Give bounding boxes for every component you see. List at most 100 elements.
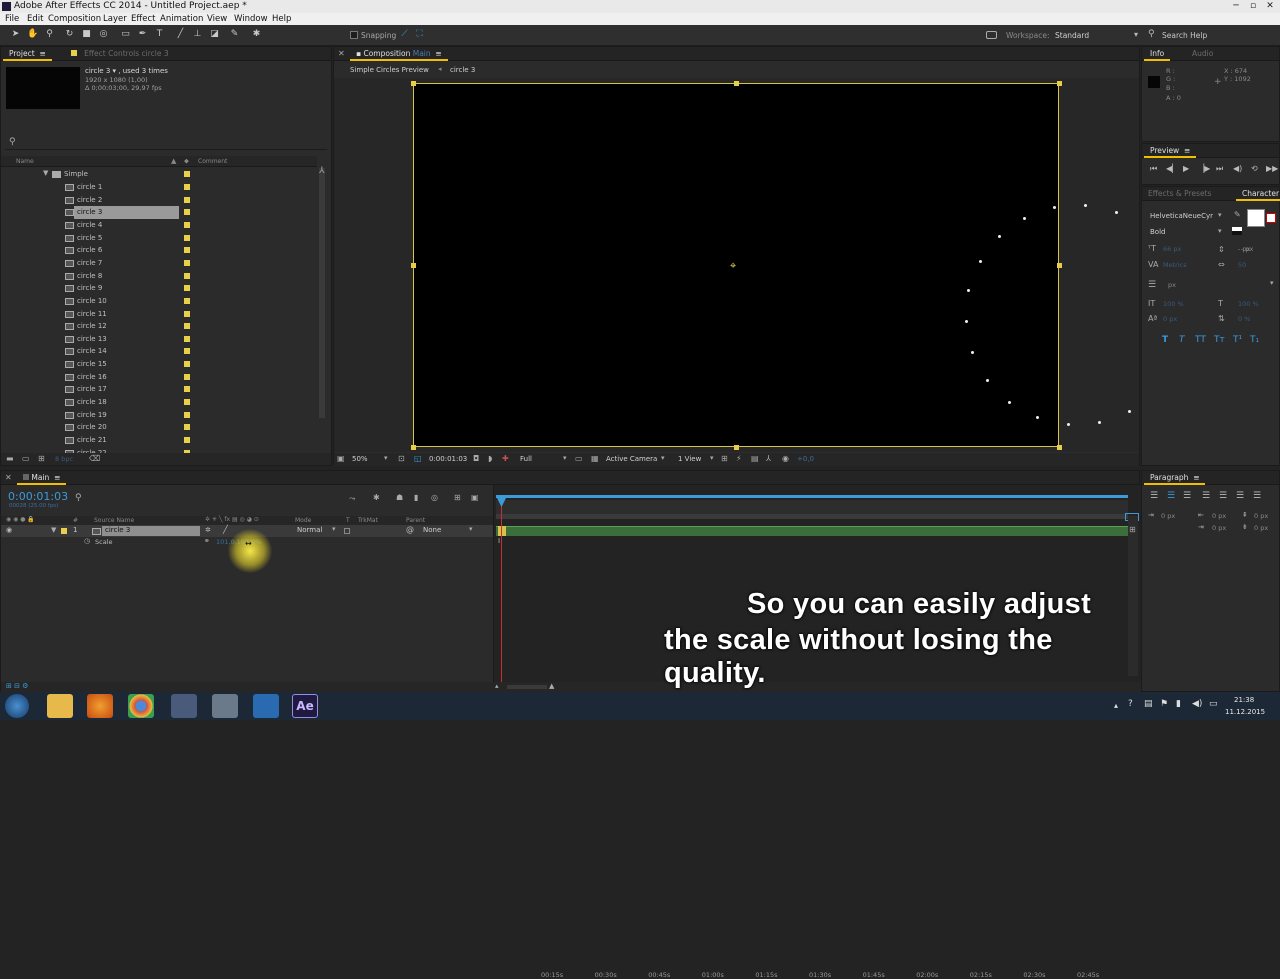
clock-time[interactable]: 21:38 [1234, 696, 1254, 704]
label-swatch[interactable] [184, 411, 190, 418]
blend-mode-select[interactable]: Normal [297, 526, 322, 534]
chevron-down-icon[interactable]: ▾ [563, 454, 567, 462]
current-time-display[interactable]: 0:00:01:03 [429, 455, 467, 463]
sort-up-icon[interactable]: ▲ [171, 157, 176, 165]
align-center-icon[interactable]: ☰ [1167, 491, 1175, 501]
ram-preview-icon[interactable]: ▶▶ [1266, 164, 1278, 173]
horizontal-scale-value[interactable]: 100 % [1238, 300, 1259, 308]
transform-handle[interactable] [411, 263, 416, 268]
align-right-icon[interactable]: ☰ [1183, 491, 1191, 501]
label-swatch[interactable] [184, 247, 190, 254]
layer-duration-bar[interactable] [496, 526, 1128, 536]
transform-handle[interactable] [734, 445, 739, 450]
zoom-select[interactable]: 50% [352, 455, 368, 463]
chevron-down-icon[interactable]: ▾ [469, 525, 473, 533]
start-button[interactable] [5, 694, 29, 718]
menu-composition[interactable]: Composition [48, 13, 101, 25]
project-item[interactable]: circle 1 [1, 181, 321, 194]
indent-left-value[interactable]: 0 px [1161, 512, 1175, 520]
project-item[interactable]: circle 13 [1, 333, 321, 346]
project-item[interactable]: circle 17 [1, 383, 321, 396]
timeline-icon[interactable]: ▤ [751, 454, 759, 463]
transform-handle[interactable] [734, 81, 739, 86]
keyframe-icon[interactable]: I [498, 537, 500, 545]
next-frame-icon[interactable]: ▕▶ [1198, 164, 1210, 173]
transform-handle[interactable] [1057, 445, 1062, 450]
zoom-in-icon[interactable]: ▲ [549, 682, 554, 690]
menu-edit[interactable]: Edit [27, 13, 43, 25]
project-search-input[interactable]: ⚲ [5, 136, 327, 150]
time-ruler[interactable] [496, 500, 1128, 514]
flag-tray-icon[interactable]: ⚑ [1160, 699, 1168, 709]
label-swatch[interactable] [184, 285, 190, 292]
font-family-select[interactable]: HelveticaNeueCyr [1150, 212, 1213, 220]
all-caps-icon[interactable]: TT [1195, 335, 1206, 345]
menu-file[interactable]: File [5, 13, 19, 25]
timeline-current-time[interactable]: 0:00:01:03 [8, 490, 68, 503]
faux-italic-icon[interactable]: T [1179, 335, 1185, 345]
label-swatch[interactable] [184, 361, 190, 368]
search-help-input[interactable]: Search Help [1162, 31, 1207, 40]
label-swatch[interactable] [184, 234, 190, 241]
toggle-pixel-aspect-icon[interactable]: ⊞ [721, 454, 728, 463]
justify-right-icon[interactable]: ☰ [1236, 491, 1244, 501]
project-item[interactable]: circle 6 [1, 244, 321, 257]
preserve-transparency-checkbox[interactable] [344, 528, 350, 534]
expand-arrow-icon[interactable]: ▼ [51, 526, 56, 534]
roto-brush-tool-icon[interactable]: ✎ [229, 29, 240, 40]
clock-date[interactable]: 11.12.2015 [1225, 708, 1265, 716]
col-mode[interactable]: Mode [295, 517, 311, 524]
px-field[interactable]: - px [1241, 245, 1253, 253]
project-scrollbar[interactable] [317, 156, 327, 456]
selection-tool-icon[interactable]: ➤ [10, 29, 21, 40]
project-item[interactable]: circle 4 [1, 219, 321, 232]
snap-features-icon[interactable]: ⛶ [414, 29, 425, 40]
label-swatch[interactable] [184, 424, 190, 431]
shape-tool-icon[interactable]: ▭ [120, 29, 131, 40]
justify-all-icon[interactable]: ☰ [1253, 491, 1261, 501]
transform-handle[interactable] [1057, 263, 1062, 268]
camera-select[interactable]: Active Camera [606, 455, 657, 463]
resolution-select[interactable]: Full [520, 455, 532, 463]
project-item[interactable]: circle 3 [1, 206, 321, 219]
pan-behind-tool-icon[interactable]: ◎ [98, 29, 109, 40]
project-item[interactable]: circle 16 [1, 371, 321, 384]
first-line-indent-value[interactable]: 0 px [1212, 524, 1226, 532]
space-after-value[interactable]: 0 px [1254, 524, 1268, 532]
small-caps-icon[interactable]: Tт [1214, 335, 1225, 345]
exposure-value[interactable]: +0,0 [797, 455, 814, 463]
eyedropper-icon[interactable]: ✎ [1234, 210, 1241, 219]
mask-visibility-icon[interactable]: ◱ [414, 454, 422, 463]
new-folder-icon[interactable]: ▭ [22, 454, 30, 463]
frame-blending-icon[interactable]: ▮ [414, 493, 418, 502]
justify-center-icon[interactable]: ☰ [1219, 491, 1227, 501]
justify-left-icon[interactable]: ☰ [1202, 491, 1210, 501]
chevron-down-icon[interactable]: ▾ [1218, 211, 1222, 219]
breadcrumb-item[interactable]: Simple Circles Preview [350, 66, 429, 74]
faux-bold-icon[interactable]: T [1162, 335, 1168, 345]
scrollbar-thumb[interactable] [319, 168, 325, 418]
label-swatch[interactable] [184, 196, 190, 203]
fast-previews-icon[interactable]: ⚡ [736, 454, 742, 463]
tab-composition[interactable]: ▪ Composition Main ≡ [350, 47, 448, 61]
label-column-icon[interactable]: ⬥ [184, 157, 189, 166]
chevron-down-icon[interactable]: ▾ [1270, 279, 1274, 287]
kerning-value[interactable]: Metrics [1163, 261, 1187, 269]
region-of-interest-icon[interactable]: ▭ [575, 454, 583, 463]
audio-icon[interactable]: ◀) [1233, 164, 1242, 173]
snap-edges-icon[interactable]: ⟋ [399, 29, 410, 40]
project-item[interactable]: circle 15 [1, 358, 321, 371]
hand-tool-icon[interactable]: ✋ [27, 29, 38, 40]
eraser-tool-icon[interactable]: ◪ [209, 29, 220, 40]
space-before-value[interactable]: 0 px [1254, 512, 1268, 520]
comp-button-icon[interactable]: ⊞ [1129, 525, 1136, 534]
project-item[interactable]: circle 8 [1, 270, 321, 283]
stroke-color-swatch[interactable] [1266, 213, 1276, 223]
volume-tray-icon[interactable]: ◀) [1192, 699, 1202, 709]
project-item[interactable]: circle 5 [1, 232, 321, 245]
transform-handle[interactable] [1057, 81, 1062, 86]
project-item[interactable]: circle 9 [1, 282, 321, 295]
expand-arrow-icon[interactable]: ▼ [43, 169, 48, 177]
motion-blur-icon[interactable]: ◎ [431, 493, 438, 502]
menu-animation[interactable]: Animation [160, 13, 203, 25]
